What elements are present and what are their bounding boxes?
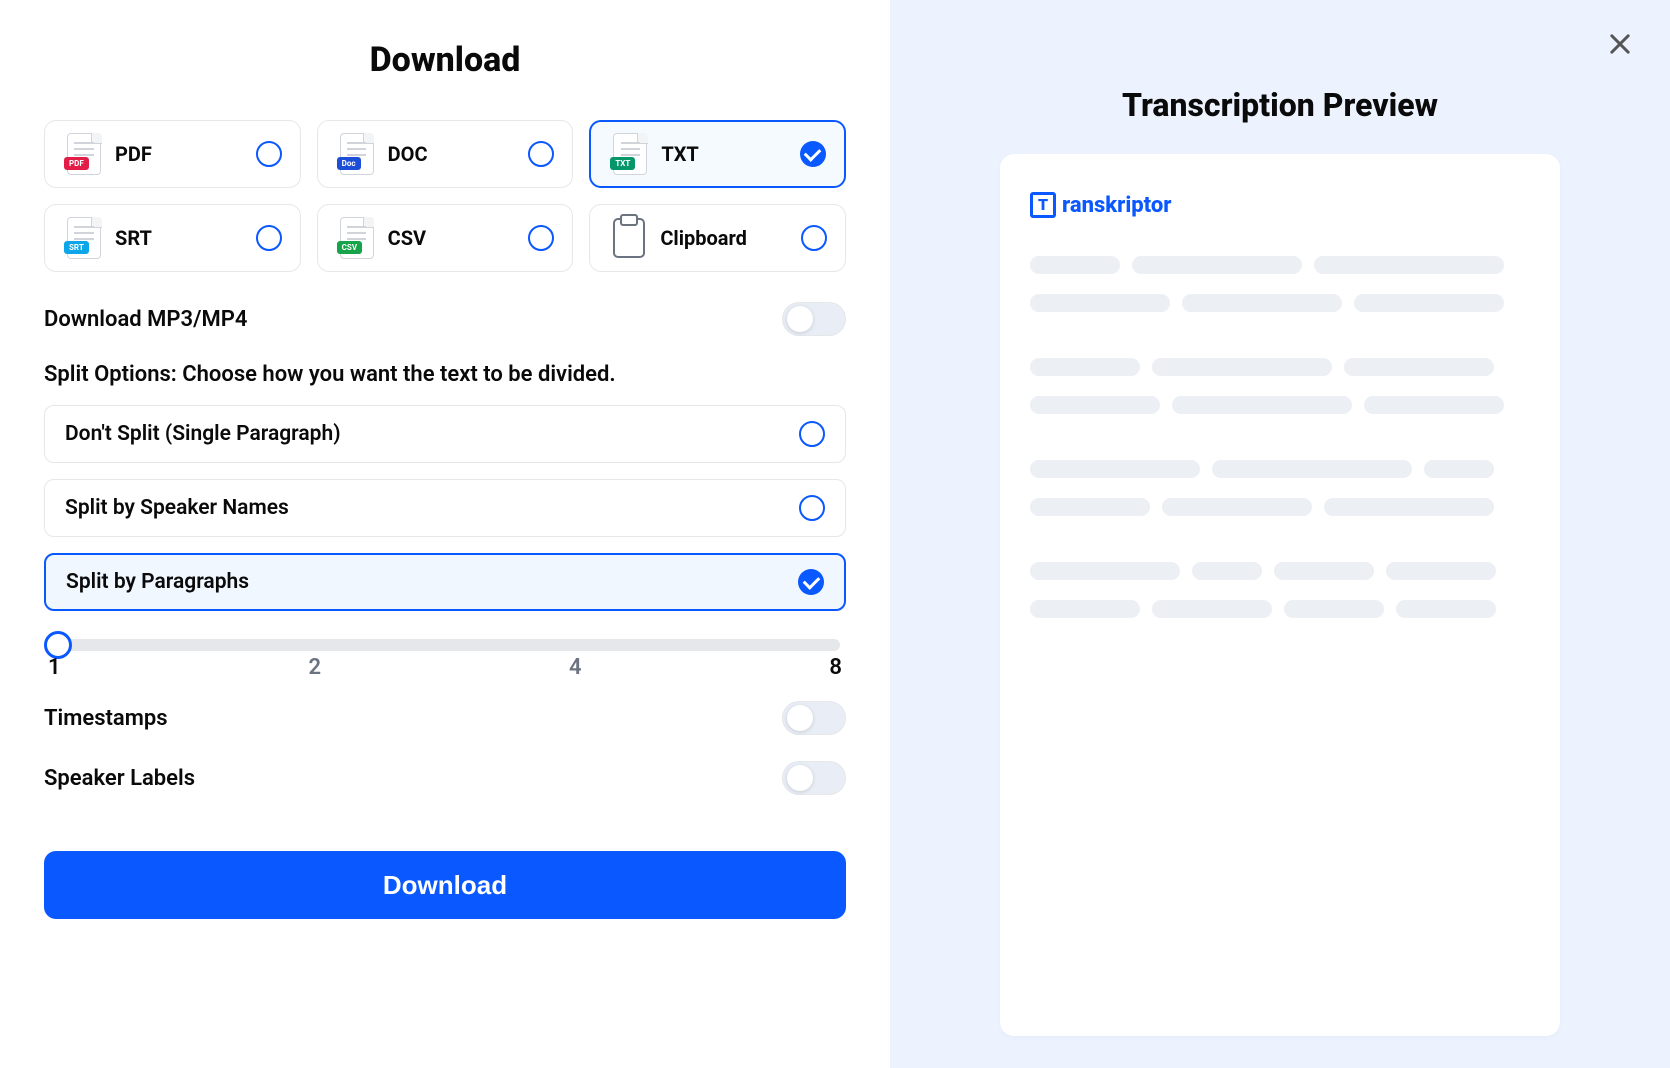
speaker-labels-label: Speaker Labels xyxy=(44,766,195,791)
slider-track xyxy=(50,639,840,651)
mp3mp4-toggle[interactable] xyxy=(782,302,846,336)
srt-file-icon: SRT xyxy=(63,217,105,259)
clipboard-icon xyxy=(608,218,650,258)
radio-icon xyxy=(528,141,554,167)
slider-tick: 2 xyxy=(308,655,321,680)
csv-file-icon: CSV xyxy=(336,217,378,259)
skeleton-paragraph xyxy=(1030,562,1530,618)
skeleton-paragraph xyxy=(1030,358,1530,414)
timestamps-label: Timestamps xyxy=(44,706,168,731)
slider-tick: 4 xyxy=(569,655,582,680)
radio-icon xyxy=(799,421,825,447)
paragraph-slider[interactable]: 1 2 4 8 xyxy=(44,629,846,669)
radio-icon xyxy=(256,141,282,167)
format-csv[interactable]: CSV CSV xyxy=(317,204,574,272)
split-label: Split by Paragraphs xyxy=(66,570,249,594)
mp3mp4-row: Download MP3/MP4 xyxy=(44,302,846,336)
format-label: SRT xyxy=(105,226,256,250)
brand-logo: T ranskriptor xyxy=(1030,192,1530,218)
skeleton-paragraph xyxy=(1030,256,1530,312)
skeleton-paragraph xyxy=(1030,460,1530,516)
preview-card: T ranskriptor xyxy=(1000,154,1560,1036)
brand-name: ranskriptor xyxy=(1062,193,1171,218)
format-clipboard[interactable]: Clipboard xyxy=(589,204,846,272)
split-label: Split by Speaker Names xyxy=(65,496,289,520)
pdf-file-icon: PDF xyxy=(63,133,105,175)
slider-tick: 8 xyxy=(829,655,842,680)
format-label: Clipboard xyxy=(650,226,801,250)
format-label: CSV xyxy=(378,226,529,250)
radio-icon xyxy=(256,225,282,251)
download-title: Download xyxy=(44,40,846,80)
mp3mp4-label: Download MP3/MP4 xyxy=(44,307,247,332)
doc-file-icon: Doc xyxy=(336,133,378,175)
slider-ticks: 1 2 4 8 xyxy=(48,655,842,680)
format-grid: PDF PDF Doc DOC TXT TXT SRT SRT xyxy=(44,120,846,272)
radio-icon xyxy=(801,225,827,251)
format-pdf[interactable]: PDF PDF xyxy=(44,120,301,188)
slider-tick: 1 xyxy=(48,655,61,680)
close-icon[interactable] xyxy=(1606,30,1634,58)
brand-initial-icon: T xyxy=(1030,192,1056,218)
split-options: Don't Split (Single Paragraph) Split by … xyxy=(44,405,846,611)
split-speaker[interactable]: Split by Speaker Names xyxy=(44,479,846,537)
format-label: TXT xyxy=(651,142,800,166)
split-heading: Split Options: Choose how you want the t… xyxy=(44,362,846,387)
format-label: PDF xyxy=(105,142,256,166)
split-label: Don't Split (Single Paragraph) xyxy=(65,422,341,446)
format-txt[interactable]: TXT TXT xyxy=(589,120,846,188)
timestamps-toggle[interactable] xyxy=(782,701,846,735)
radio-icon xyxy=(528,225,554,251)
txt-file-icon: TXT xyxy=(609,133,651,175)
format-doc[interactable]: Doc DOC xyxy=(317,120,574,188)
download-panel: Download PDF PDF Doc DOC TXT TXT xyxy=(0,0,890,1068)
radio-checked-icon xyxy=(800,141,826,167)
radio-icon xyxy=(799,495,825,521)
radio-checked-icon xyxy=(798,569,824,595)
format-label: DOC xyxy=(378,142,529,166)
split-none[interactable]: Don't Split (Single Paragraph) xyxy=(44,405,846,463)
download-button[interactable]: Download xyxy=(44,851,846,919)
preview-title: Transcription Preview xyxy=(1122,86,1438,124)
timestamps-row: Timestamps xyxy=(44,701,846,735)
preview-panel: Transcription Preview T ranskriptor xyxy=(890,0,1670,1068)
speaker-labels-toggle[interactable] xyxy=(782,761,846,795)
format-srt[interactable]: SRT SRT xyxy=(44,204,301,272)
speaker-labels-row: Speaker Labels xyxy=(44,761,846,795)
split-paragraph[interactable]: Split by Paragraphs xyxy=(44,553,846,611)
